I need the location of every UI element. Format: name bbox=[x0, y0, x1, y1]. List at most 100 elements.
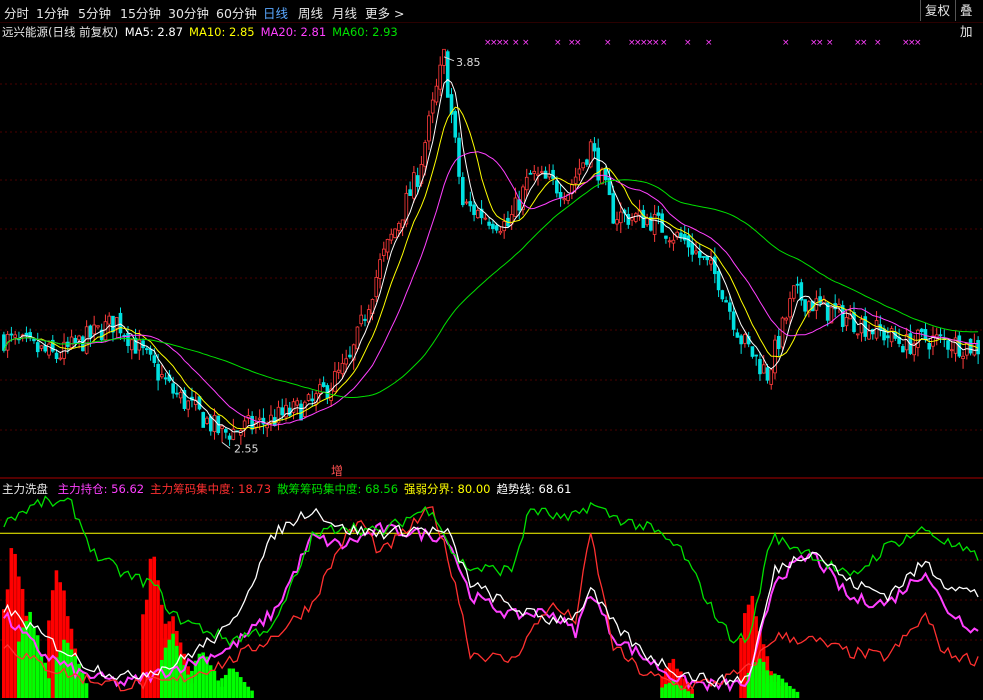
signal-x-marker: × bbox=[604, 38, 612, 48]
candle-body bbox=[731, 311, 736, 330]
candle-body bbox=[792, 285, 796, 299]
indicator-bar-green bbox=[231, 668, 236, 698]
indicator-bar-green bbox=[54, 657, 59, 698]
candle-body bbox=[126, 332, 130, 347]
candle-body bbox=[430, 99, 435, 114]
candle-body bbox=[573, 176, 578, 184]
candle-body bbox=[310, 398, 315, 402]
indicator-bar-green bbox=[175, 645, 179, 698]
candle-body bbox=[242, 420, 247, 429]
candle-body bbox=[208, 416, 213, 432]
indicator-bar-green bbox=[223, 674, 228, 698]
candle-body bbox=[145, 348, 149, 351]
indicator-bar-green bbox=[758, 658, 762, 698]
candle-body bbox=[175, 392, 179, 395]
candle-body bbox=[498, 230, 503, 234]
candle-body bbox=[769, 369, 774, 385]
candle-body bbox=[163, 377, 168, 380]
candle-body bbox=[600, 168, 604, 185]
candle-body bbox=[178, 391, 183, 399]
candle-body bbox=[111, 315, 115, 333]
candle-body bbox=[476, 209, 480, 219]
candle-body bbox=[212, 414, 217, 433]
signal-x-marker: × bbox=[826, 38, 834, 48]
candle-body bbox=[581, 162, 585, 169]
candle-body bbox=[551, 169, 555, 179]
signal-x-marker: × bbox=[554, 38, 562, 48]
candle-body bbox=[852, 312, 856, 333]
candle-body bbox=[803, 299, 807, 312]
candle-body bbox=[585, 159, 589, 165]
candle-body bbox=[517, 199, 522, 211]
candle-body bbox=[656, 212, 661, 216]
candle-body bbox=[483, 217, 488, 220]
candle-body bbox=[539, 171, 544, 174]
candle-body bbox=[9, 333, 14, 336]
candle-body bbox=[750, 346, 755, 357]
candle-body bbox=[73, 337, 78, 344]
candle-body bbox=[156, 363, 160, 381]
candle-body bbox=[415, 175, 420, 187]
candle-body bbox=[363, 318, 367, 321]
candle-body bbox=[784, 317, 789, 321]
candle-body bbox=[306, 394, 311, 401]
candle-body bbox=[303, 401, 307, 417]
indicator-bar-green bbox=[754, 662, 758, 698]
ma-line-MA10 bbox=[3, 106, 979, 430]
kline-chart[interactable]: 3.852.55×××× × × × ×× × ××××× × × × × ×× × ×× × ×××增 bbox=[0, 0, 983, 700]
candle-body bbox=[859, 319, 864, 334]
candle-body bbox=[54, 352, 59, 359]
candle-body bbox=[615, 219, 619, 225]
candle-body bbox=[938, 334, 943, 337]
candle-body bbox=[35, 342, 40, 353]
signal-x-marker: × bbox=[522, 38, 530, 48]
candle-body bbox=[385, 239, 390, 253]
candle-body bbox=[776, 335, 781, 350]
candle-body bbox=[129, 339, 134, 351]
candle-body bbox=[171, 383, 175, 394]
indicator-bar-green bbox=[235, 671, 239, 698]
candle-body bbox=[844, 317, 849, 327]
candle-body bbox=[562, 198, 567, 201]
candle-body bbox=[321, 382, 326, 387]
candle-body bbox=[713, 256, 717, 275]
candle-body bbox=[558, 191, 563, 199]
candle-body bbox=[487, 221, 491, 226]
candle-body bbox=[118, 312, 123, 334]
candle-body bbox=[690, 242, 695, 255]
candle-body bbox=[374, 277, 379, 298]
candle-body bbox=[513, 197, 518, 217]
candle-body bbox=[77, 335, 81, 341]
signal-x-marker: × bbox=[574, 38, 582, 48]
candle-body bbox=[795, 283, 800, 286]
candle-body bbox=[626, 213, 631, 225]
candle-body bbox=[491, 223, 495, 230]
candle-body bbox=[460, 177, 465, 206]
indicator-bar-green bbox=[250, 690, 254, 698]
candle-body bbox=[532, 170, 537, 174]
candle-body bbox=[961, 355, 965, 359]
candle-body bbox=[103, 321, 108, 341]
candle-body bbox=[555, 180, 559, 194]
signal-x-marker: × bbox=[652, 38, 660, 48]
indicator-bar-green bbox=[761, 661, 766, 698]
candle-body bbox=[355, 326, 360, 350]
candle-body bbox=[901, 346, 905, 353]
candle-body bbox=[664, 235, 668, 239]
candle-body bbox=[867, 330, 871, 340]
signal-x-marker: × bbox=[705, 38, 713, 48]
indicator-bar-green bbox=[690, 693, 694, 698]
candle-body bbox=[69, 336, 74, 348]
signal-x-marker: × bbox=[874, 38, 882, 48]
candle-body bbox=[697, 251, 702, 258]
candle-body bbox=[577, 168, 582, 175]
signal-x-marker: × bbox=[684, 38, 692, 48]
candle-body bbox=[889, 328, 894, 343]
candle-body bbox=[227, 435, 232, 440]
candle-body bbox=[393, 228, 397, 239]
indicator-bar-green bbox=[58, 650, 62, 698]
candle-body bbox=[765, 367, 770, 381]
candle-body bbox=[47, 343, 51, 356]
candle-body bbox=[886, 335, 890, 339]
indicator-bar-green bbox=[675, 684, 679, 698]
